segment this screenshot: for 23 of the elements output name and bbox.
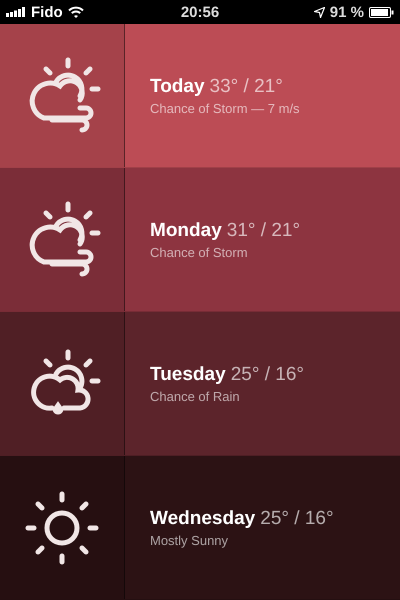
weather-description: Mostly Sunny	[150, 532, 230, 548]
battery-percent: 91 %	[330, 4, 364, 20]
forecast-row[interactable]: Tuesday 25° / 16° Chance of Rain	[0, 312, 400, 456]
weather-description: Chance of Storm	[150, 244, 249, 260]
temperature-range: 31° / 21°	[226, 220, 300, 242]
location-arrow-icon	[314, 6, 325, 18]
day-name: Tuesday	[150, 364, 226, 386]
signal-icon	[6, 7, 26, 17]
wifi-icon	[68, 6, 84, 18]
weather-description: Chance of Storm — 7 m/s	[150, 100, 301, 116]
day-name: Monday	[150, 220, 222, 242]
weather-description: Chance of Rain	[150, 388, 241, 404]
clock-time: 20:56	[180, 4, 220, 20]
day-name: Today	[150, 76, 205, 98]
forecast-row[interactable]: Monday 31° / 21° Chance of Storm	[0, 168, 400, 312]
day-name: Wednesday	[150, 508, 256, 530]
carrier-name: Fido	[31, 4, 63, 20]
temperature-range: 25° / 16°	[260, 508, 334, 530]
forecast-row[interactable]: Wednesday 25° / 16° Mostly Sunny	[0, 456, 400, 600]
temperature-range: 25° / 16°	[230, 364, 304, 386]
temperature-range: 33° / 21°	[210, 76, 283, 98]
battery-icon	[369, 6, 394, 18]
forecast-row[interactable]: Today 33° / 21° Chance of Storm — 7 m/s	[0, 24, 400, 168]
